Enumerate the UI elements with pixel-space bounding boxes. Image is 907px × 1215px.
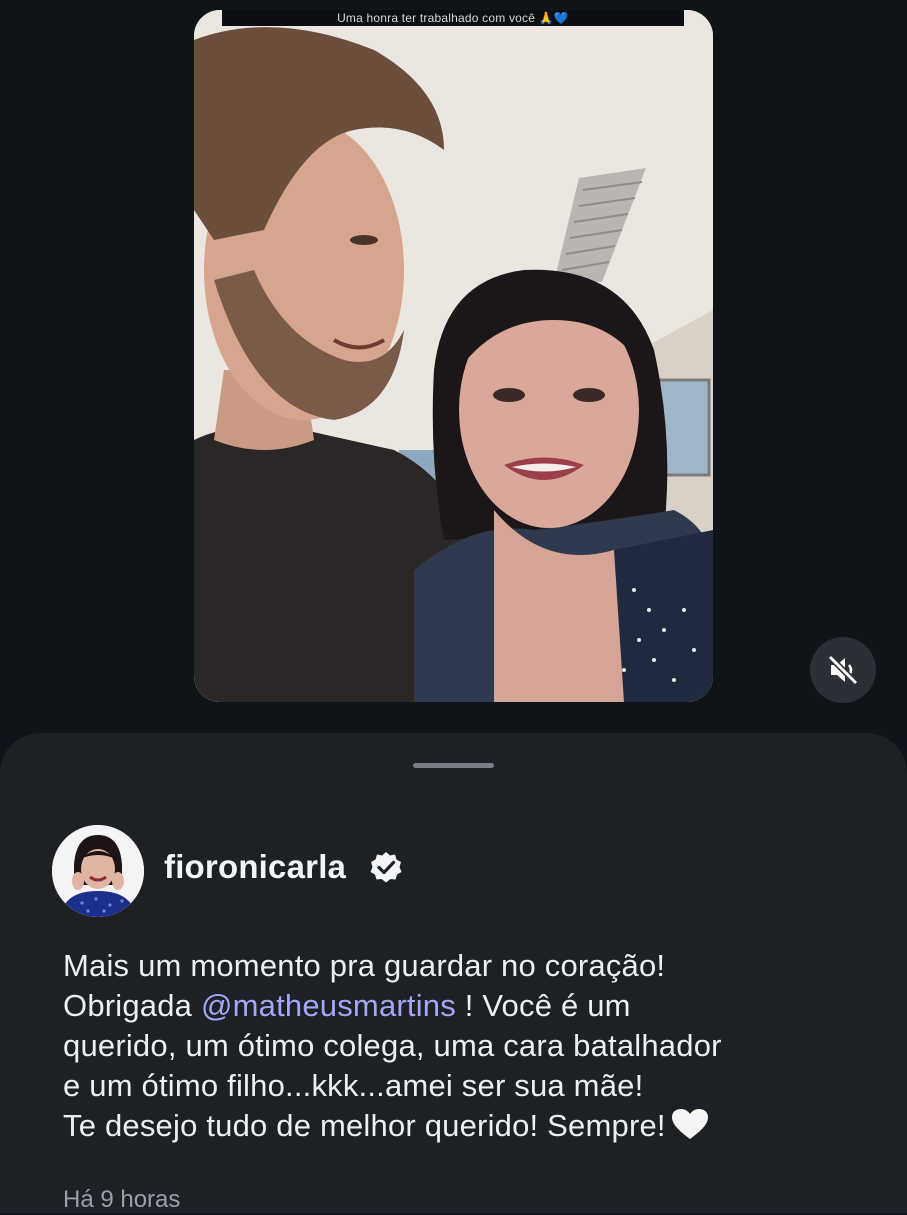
story-caption-overlay: Uma honra ter trabalhado com você 🙏💙: [222, 10, 684, 26]
sheet-drag-handle[interactable]: [413, 763, 494, 768]
caption-line-2-suffix: ! Você é um: [455, 988, 631, 1023]
mention-link[interactable]: @matheusmartins: [201, 988, 456, 1023]
caption-line-3: querido, um ótimo colega, uma cara batal…: [63, 1028, 722, 1063]
speaker-muted-icon: [827, 654, 859, 686]
caption-line-4: e um ótimo filho...kkk...amei ser sua mã…: [63, 1068, 644, 1103]
profile-photo: [52, 825, 144, 917]
video-frame: [194, 10, 713, 702]
caption-line-5-text: Te desejo tudo de melhor querido! Sempre…: [63, 1108, 666, 1143]
caption-line-2-prefix: Obrigada: [63, 988, 201, 1023]
post-details-sheet: fioronicarla Mais um momento pra guardar…: [0, 733, 907, 1213]
post-caption: Mais um momento pra guardar no coração! …: [63, 946, 863, 1146]
caption-line-2: Obrigada @matheusmartins ! Você é um: [63, 986, 863, 1026]
story-video[interactable]: Uma honra ter trabalhado com você 🙏💙: [194, 10, 713, 702]
caption-line-5: Te desejo tudo de melhor querido! Sempre…: [63, 1106, 863, 1146]
caption-line-1: Mais um momento pra guardar no coração!: [63, 948, 666, 983]
white-heart-icon: [671, 1109, 708, 1139]
verified-badge-icon: [370, 852, 402, 883]
post-timestamp: Há 9 horas: [63, 1186, 181, 1213]
avatar[interactable]: [52, 825, 144, 917]
username-link[interactable]: fioronicarla: [164, 847, 346, 887]
mute-toggle-button[interactable]: [810, 637, 876, 703]
